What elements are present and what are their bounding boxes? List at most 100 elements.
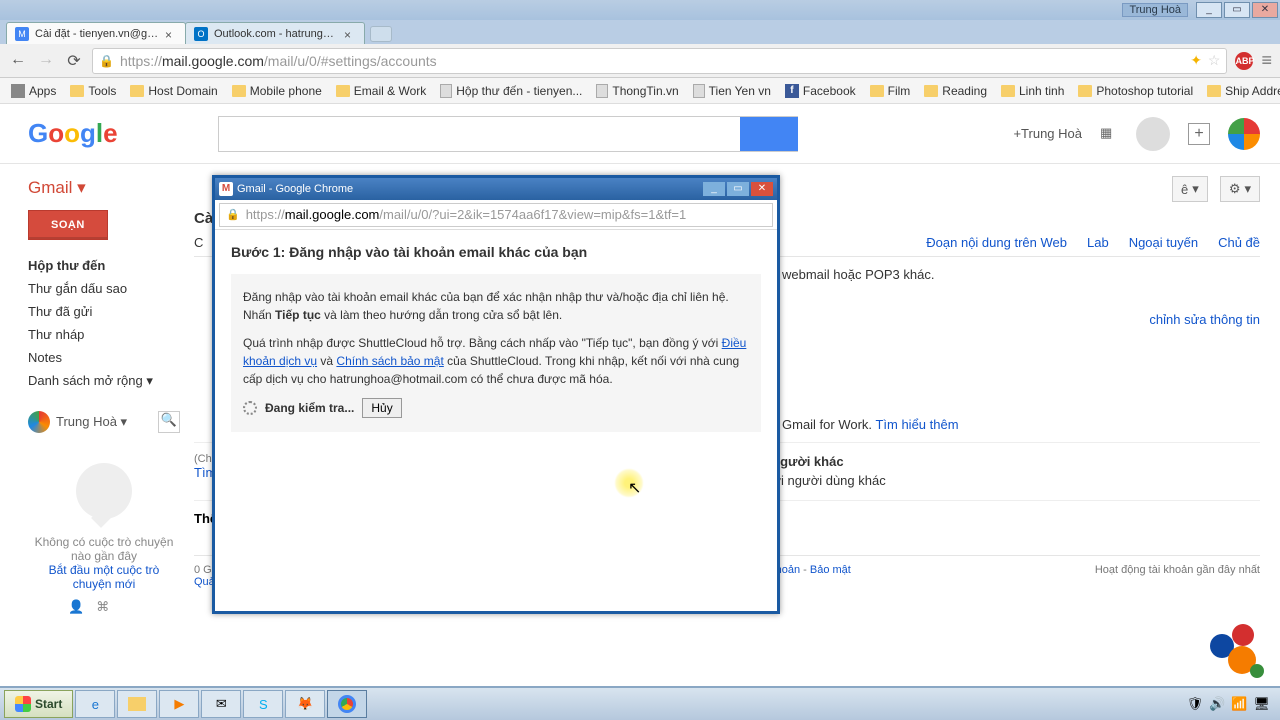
bookmark-apps[interactable]: Apps: [6, 82, 61, 100]
window-minimize-button[interactable]: _: [1196, 2, 1222, 18]
start-button[interactable]: Start: [4, 690, 73, 718]
sidebar-item-inbox[interactable]: Hộp thư đến: [28, 254, 180, 277]
hangouts-panel: Không có cuộc trò chuyện nào gần đây Bắt…: [28, 463, 180, 591]
learn-more-link[interactable]: Tìm hiểu thêm: [875, 417, 958, 432]
import-popup-window: M Gmail - Google Chrome _ ▭ ✕ 🔒 https://…: [212, 175, 780, 614]
popup-close-button[interactable]: ✕: [751, 182, 773, 196]
hangouts-search-icon[interactable]: 🔍: [158, 411, 180, 433]
tray-icon[interactable]: 🛡: [1187, 696, 1204, 712]
popup-title-bar[interactable]: M Gmail - Google Chrome _ ▭ ✕: [215, 178, 777, 200]
sidebar-item-starred[interactable]: Thư gắn dấu sao: [28, 277, 180, 300]
tab-close-icon[interactable]: ×: [165, 28, 177, 40]
settings-gear-button[interactable]: ⚙▾: [1220, 176, 1260, 202]
bookmark-folder[interactable]: Ship Address: [1202, 82, 1280, 100]
bookmark-folder[interactable]: Email & Work: [331, 82, 431, 100]
privacy-link[interactable]: Bảo mật: [810, 564, 851, 576]
compose-button[interactable]: SOẠN: [28, 210, 108, 240]
share-button[interactable]: +: [1188, 123, 1210, 145]
taskbar-app-mail[interactable]: ✉: [201, 690, 241, 718]
browser-toolbar: ← → ⟳ 🔒 https://mail.google.com/mail/u/0…: [0, 44, 1280, 78]
window-maximize-button[interactable]: ▭: [1224, 2, 1250, 18]
bookmark-page[interactable]: fFacebook: [780, 82, 861, 100]
outlook-favicon-icon: O: [194, 27, 208, 41]
account-avatar[interactable]: [1228, 118, 1260, 150]
windows-user-badge: Trung Hoà: [1122, 3, 1188, 17]
sidebar-item-notes[interactable]: Notes: [28, 346, 180, 369]
window-close-button[interactable]: ✕: [1252, 2, 1278, 18]
tab-settings[interactable]: Chủ đề: [1218, 235, 1260, 250]
tab-settings[interactable]: Đoạn nội dung trên Web: [926, 235, 1067, 250]
star-icon[interactable]: ☆: [1208, 52, 1221, 69]
taskbar-app-wmp[interactable]: ▶: [159, 690, 199, 718]
google-apps-icon[interactable]: ▦: [1100, 125, 1118, 143]
bookmark-folder[interactable]: Tools: [65, 82, 121, 100]
popup-body: Bước 1: Đăng nhập vào tài khoản email kh…: [215, 230, 777, 446]
bookmark-page[interactable]: ThongTin.vn: [591, 82, 683, 100]
system-tray: 🛡 🔊 📶 🖥: [1181, 696, 1276, 712]
taskbar-app-explorer[interactable]: [117, 690, 157, 718]
hangouts-chat-icon[interactable]: ⌘: [96, 599, 109, 615]
google-logo[interactable]: Google: [28, 118, 118, 149]
hangouts-contacts-icon[interactable]: 👤: [68, 599, 84, 615]
page-icon: [596, 84, 608, 98]
bookmark-folder[interactable]: Mobile phone: [227, 82, 327, 100]
tray-icon[interactable]: 🖥: [1253, 696, 1270, 712]
gmail-search-button[interactable]: [740, 117, 798, 151]
privacy-policy-link[interactable]: Chính sách bảo mật: [336, 354, 443, 368]
taskbar-app-skype[interactable]: S: [243, 690, 283, 718]
browser-tab-strip: M Cài đặt - tienyen.vn@gmail.c × O Outlo…: [0, 20, 1280, 44]
cancel-button[interactable]: Hủy: [362, 398, 401, 418]
address-bar[interactable]: 🔒 https://mail.google.com/mail/u/0/#sett…: [92, 48, 1227, 74]
wand-icon[interactable]: ✦: [1190, 52, 1202, 69]
page-icon: [440, 84, 452, 98]
input-method-button[interactable]: ê▾: [1172, 176, 1208, 202]
tab-settings[interactable]: Ngoại tuyến: [1129, 235, 1198, 250]
gmail-page: Google +Trung Hoà ▦ + Gmail ▾ SOẠN Hộp t…: [0, 104, 1280, 718]
notifications-icon[interactable]: [1136, 117, 1170, 151]
tray-network-icon[interactable]: 📶: [1231, 696, 1247, 712]
bookmark-folder[interactable]: Reading: [919, 82, 992, 100]
bookmark-folder[interactable]: Linh tinh: [996, 82, 1069, 100]
tab-label: Outlook.com - hatrunghoa@: [214, 28, 338, 40]
gmail-dropdown[interactable]: Gmail ▾: [28, 178, 180, 198]
sidebar-item-sent[interactable]: Thư đã gửi: [28, 300, 180, 323]
popup-minimize-button[interactable]: _: [703, 182, 725, 196]
taskbar-app-ie[interactable]: e: [75, 690, 115, 718]
popup-title-text: Gmail - Google Chrome: [237, 183, 353, 195]
chrome-menu-button[interactable]: ≡: [1261, 50, 1272, 71]
reload-button[interactable]: ⟳: [64, 51, 84, 71]
abp-extension-icon[interactable]: ABP: [1235, 52, 1253, 70]
popup-url-field[interactable]: 🔒 https://mail.google.com/mail/u/0/?ui=2…: [219, 203, 773, 227]
bookmark-bar: Apps Tools Host Domain Mobile phone Emai…: [0, 78, 1280, 104]
gmail-search-box[interactable]: [218, 116, 798, 152]
bookmark-page[interactable]: Hộp thư đến - tienyen...: [435, 82, 587, 100]
bookmark-folder[interactable]: Host Domain: [125, 82, 222, 100]
google-plus-link[interactable]: +Trung Hoà: [1013, 126, 1082, 141]
folder-icon: [232, 85, 246, 97]
hangouts-user[interactable]: Trung Hoà ▾ 🔍: [28, 411, 180, 433]
folder-icon: [1001, 85, 1015, 97]
tray-icon[interactable]: 🔊: [1209, 696, 1225, 712]
new-conversation-link[interactable]: Bắt đầu một cuộc trò chuyện mới: [28, 563, 180, 591]
browser-tab[interactable]: M Cài đặt - tienyen.vn@gmail.c ×: [6, 22, 186, 44]
new-tab-button[interactable]: [370, 26, 392, 42]
sidebar-item-more[interactable]: Danh sách mở rộng ▾: [28, 369, 180, 393]
taskbar-app-chrome[interactable]: [327, 690, 367, 718]
gmail-search-input[interactable]: [219, 117, 740, 151]
back-button[interactable]: ←: [8, 51, 28, 71]
sidebar-item-drafts[interactable]: Thư nháp: [28, 323, 180, 346]
checking-status: Đang kiểm tra...: [265, 399, 354, 417]
folder-icon: [70, 85, 84, 97]
popup-maximize-button[interactable]: ▭: [727, 182, 749, 196]
bookmark-folder[interactable]: Photoshop tutorial: [1073, 82, 1198, 100]
forward-button[interactable]: →: [36, 51, 56, 71]
taskbar-app-firefox[interactable]: 🦊: [285, 690, 325, 718]
tab-close-icon[interactable]: ×: [344, 28, 356, 40]
edit-info-link[interactable]: chỉnh sửa thông tin: [1149, 312, 1260, 327]
bookmark-folder[interactable]: Film: [865, 82, 916, 100]
gmail-favicon-icon: M: [15, 27, 29, 41]
user-avatar-icon: [28, 411, 50, 433]
browser-tab[interactable]: O Outlook.com - hatrunghoa@ ×: [185, 22, 365, 44]
bookmark-page[interactable]: Tien Yen vn: [688, 82, 776, 100]
tab-settings[interactable]: Lab: [1087, 235, 1109, 250]
